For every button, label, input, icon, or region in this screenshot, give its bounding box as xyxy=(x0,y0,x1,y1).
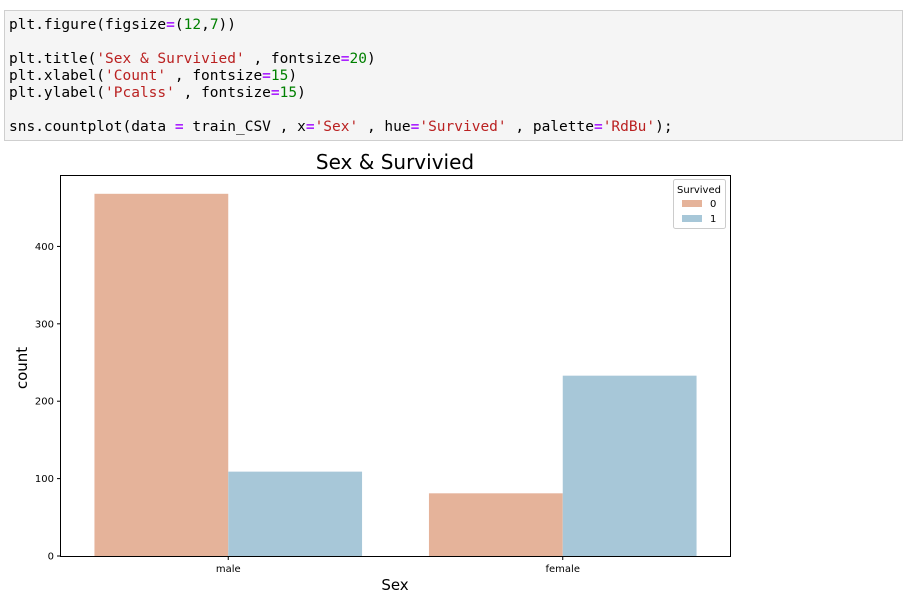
code-token: 15 xyxy=(270,68,289,84)
code-token: , palette xyxy=(506,119,594,135)
legend-label-0: 0 xyxy=(710,199,716,210)
code-token: 'Sex' xyxy=(314,119,359,135)
x-tick-label-male: male xyxy=(216,564,241,575)
code-token: , fontsize xyxy=(244,51,341,67)
code-token: ); xyxy=(655,119,673,135)
bar-male-survived-0 xyxy=(94,193,229,556)
code-token: ) xyxy=(366,51,376,67)
chart-title: Sex & Survivied xyxy=(316,150,474,174)
y-tick-label: 100 xyxy=(35,474,54,485)
code-token: 'Sex & Survivied' xyxy=(96,51,245,67)
code-token: 15 xyxy=(279,85,298,101)
code-token: = xyxy=(166,17,175,33)
code-token: 'Survived' xyxy=(419,119,507,135)
legend-title: Survived xyxy=(677,185,721,196)
code-token: , fontsize xyxy=(166,68,263,84)
code-token: plt.xlabel( xyxy=(9,68,106,84)
code-token: , fontsize xyxy=(174,85,271,101)
code-token: = xyxy=(305,119,315,135)
code-token: sns.countplot(data xyxy=(9,119,175,135)
bar-female-survived-1 xyxy=(562,375,697,556)
code-token: = xyxy=(270,85,280,101)
y-axis-label: count xyxy=(13,347,31,389)
code-token: 'RdBu' xyxy=(602,119,656,135)
code-token: plt.ylabel( xyxy=(9,85,106,101)
code-token: , hue xyxy=(358,119,411,135)
x-axis-label: Sex xyxy=(381,576,408,594)
code-token: = xyxy=(593,119,603,135)
legend-swatch-0 xyxy=(682,200,702,207)
x-axis-ticks: male female xyxy=(216,556,580,575)
code-token: 12 xyxy=(183,17,202,33)
x-tick-label-female: female xyxy=(546,564,580,575)
code-token: = xyxy=(262,68,271,84)
code-token: ) xyxy=(297,85,306,101)
y-tick-label: 200 xyxy=(35,397,54,408)
y-tick-label: 400 xyxy=(35,242,54,253)
code-cell[interactable]: plt.figure(figsize=(12,7)) plt.title('Sex… xyxy=(4,10,903,141)
code-token: 7 xyxy=(209,17,219,33)
countplot-chart: Sex & Survivied 0 100 200 300 400 male female… xyxy=(13,150,731,594)
code-token: ( xyxy=(174,17,184,33)
bar-female-survived-0 xyxy=(428,493,563,556)
code-token: , xyxy=(201,17,210,33)
legend: Survived 0 1 xyxy=(673,179,726,229)
y-axis-ticks: 0 100 200 300 400 xyxy=(35,242,61,563)
code-token: 'Pcalss' xyxy=(105,85,175,101)
legend-swatch-1 xyxy=(682,215,702,222)
code-line: plt.figure(figsize=(12,7)) xyxy=(9,17,236,34)
legend-label-1: 1 xyxy=(710,214,716,225)
code-token: = xyxy=(174,119,184,135)
code-line: plt.title('Sex & Survivied' , fontsize=2… xyxy=(9,51,376,68)
code-line: plt.ylabel('Pcalss' , fontsize=15) xyxy=(9,85,306,102)
bar-male-survived-1 xyxy=(228,471,363,556)
bars-group xyxy=(94,193,697,556)
code-token: train_CSV , x xyxy=(183,119,306,135)
code-token: )) xyxy=(218,17,237,33)
y-tick-label: 0 xyxy=(48,552,54,563)
y-tick-label: 300 xyxy=(35,319,54,330)
code-line: sns.countplot(data = train_CSV , x='Sex'… xyxy=(9,119,673,136)
code-token: plt.title( xyxy=(9,51,97,67)
code-token: 'Count' xyxy=(105,68,167,84)
code-token: plt.figure(figsize xyxy=(9,17,167,33)
code-token: ) xyxy=(288,68,298,84)
code-token: 20 xyxy=(349,51,367,67)
code-line: plt.xlabel('Count' , fontsize=15) xyxy=(9,68,297,85)
